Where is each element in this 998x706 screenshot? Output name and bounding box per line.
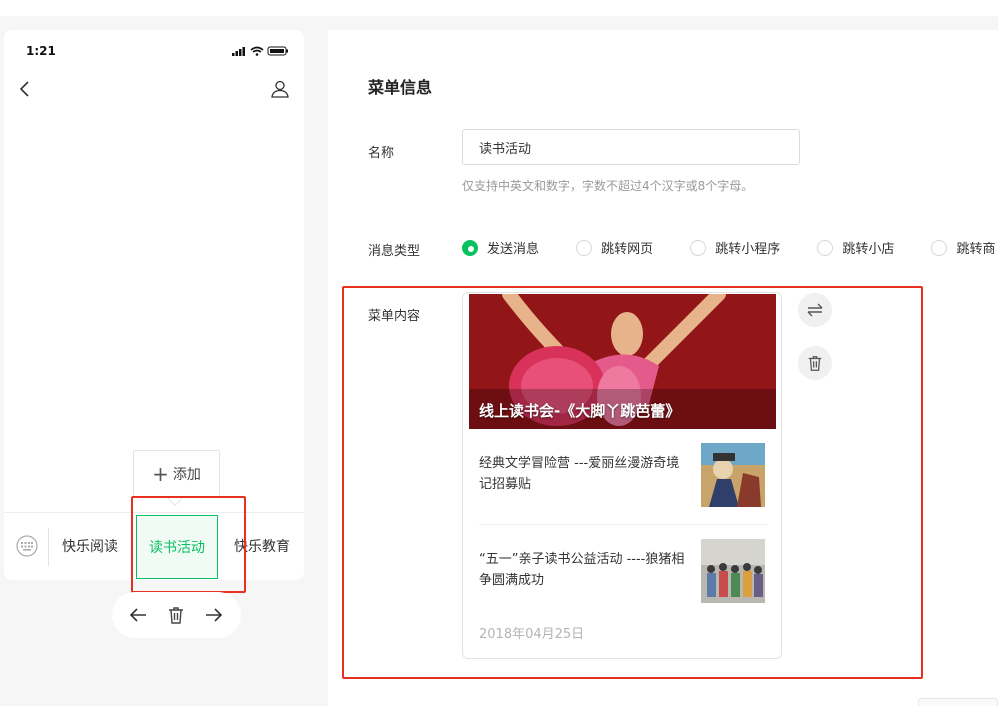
radio-label: 跳转小店 [842, 242, 895, 257]
message-type-radio-group: 发送消息 跳转网页 跳转小程序 跳转小店 跳转商 [462, 238, 998, 258]
radio-send-message[interactable]: 发送消息 [462, 238, 539, 257]
article-card[interactable]: 线上读书会-《大脚丫跳芭蕾》 经典文学冒险营 ---爱丽丝漫游奇境记招募贴 “五… [462, 292, 782, 659]
top-bar [0, 0, 998, 16]
trash-icon[interactable] [166, 605, 186, 625]
group-photo-thumbnail-image [701, 539, 765, 603]
status-icons [232, 46, 290, 56]
radio-unchecked-icon [817, 239, 834, 256]
cover-image: 线上读书会-《大脚丫跳芭蕾》 [469, 294, 776, 429]
footer-button-edge [918, 698, 998, 706]
keyboard-icon[interactable] [16, 535, 38, 557]
menu-separator [48, 528, 49, 566]
cover-title: 线上读书会-《大脚丫跳芭蕾》 [479, 402, 681, 420]
menu-item-kuaile-jiaoyu[interactable]: 快乐教育 [234, 513, 290, 581]
article-divider [479, 524, 767, 525]
panel-title: 菜单信息 [368, 78, 433, 97]
radio-unchecked-icon [690, 239, 707, 256]
alice-thumbnail-image [701, 443, 765, 507]
radio-label: 发送消息 [487, 242, 540, 257]
radio-jump-miniprogram[interactable]: 跳转小程序 [690, 238, 780, 257]
radio-jump-store[interactable]: 跳转小店 [817, 238, 894, 257]
radio-label: 跳转网页 [601, 242, 654, 257]
signal-wifi-battery-icon [232, 46, 288, 56]
radio-unchecked-icon [931, 239, 948, 256]
swap-content-button[interactable] [798, 293, 832, 327]
back-icon[interactable] [16, 80, 34, 98]
menu-name-input[interactable] [462, 129, 800, 165]
arrow-right-icon[interactable] [204, 605, 224, 625]
delete-content-button[interactable] [798, 346, 832, 380]
arrow-left-icon[interactable] [128, 605, 148, 625]
radio-checked-icon [462, 239, 478, 256]
message-type-label: 消息类型 [368, 244, 421, 259]
radio-unchecked-icon [576, 239, 593, 256]
menu-item-dushu-huodong[interactable]: 读书活动 [136, 515, 218, 579]
plus-icon: + [152, 462, 169, 486]
swap-icon [807, 303, 823, 317]
menu-order-toolbar [112, 592, 241, 638]
article-title: 经典文学冒险营 ---爱丽丝漫游奇境记招募贴 [479, 456, 680, 492]
radio-jump-product[interactable]: 跳转商 [931, 238, 995, 257]
custom-menu-bar: 快乐阅读 读书活动 快乐教育 [4, 512, 304, 580]
publish-date: 2018年04月25日 [479, 627, 585, 642]
user-profile-icon[interactable] [270, 79, 290, 99]
add-submenu-button[interactable]: + 添加 [133, 450, 220, 498]
article-item[interactable]: “五一”亲子读书公益活动 ----狼猪相争圆满成功 [479, 539, 767, 605]
article-thumbnail [701, 539, 765, 603]
radio-label: 跳转小程序 [715, 242, 781, 257]
menu-content-label: 菜单内容 [368, 309, 421, 324]
radio-label: 跳转商 [956, 242, 996, 257]
article-item[interactable]: 经典文学冒险营 ---爱丽丝漫游奇境记招募贴 [479, 443, 767, 509]
article-thumbnail [701, 443, 765, 507]
name-label: 名称 [368, 146, 395, 161]
add-submenu-label: 添加 [172, 467, 201, 483]
menu-item-kuaile-yuedu[interactable]: 快乐阅读 [62, 513, 118, 581]
status-time: 1:21 [26, 44, 56, 58]
trash-icon [808, 356, 822, 371]
radio-jump-webpage[interactable]: 跳转网页 [576, 238, 653, 257]
article-title: “五一”亲子读书公益活动 ----狼猪相争圆满成功 [479, 552, 685, 588]
menu-settings-panel: 菜单信息 名称 仅支持中英文和数字，字数不超过4个汉字或8个字母。 消息类型 发… [328, 30, 998, 706]
name-hint: 仅支持中英文和数字，字数不超过4个汉字或8个字母。 [462, 179, 754, 193]
